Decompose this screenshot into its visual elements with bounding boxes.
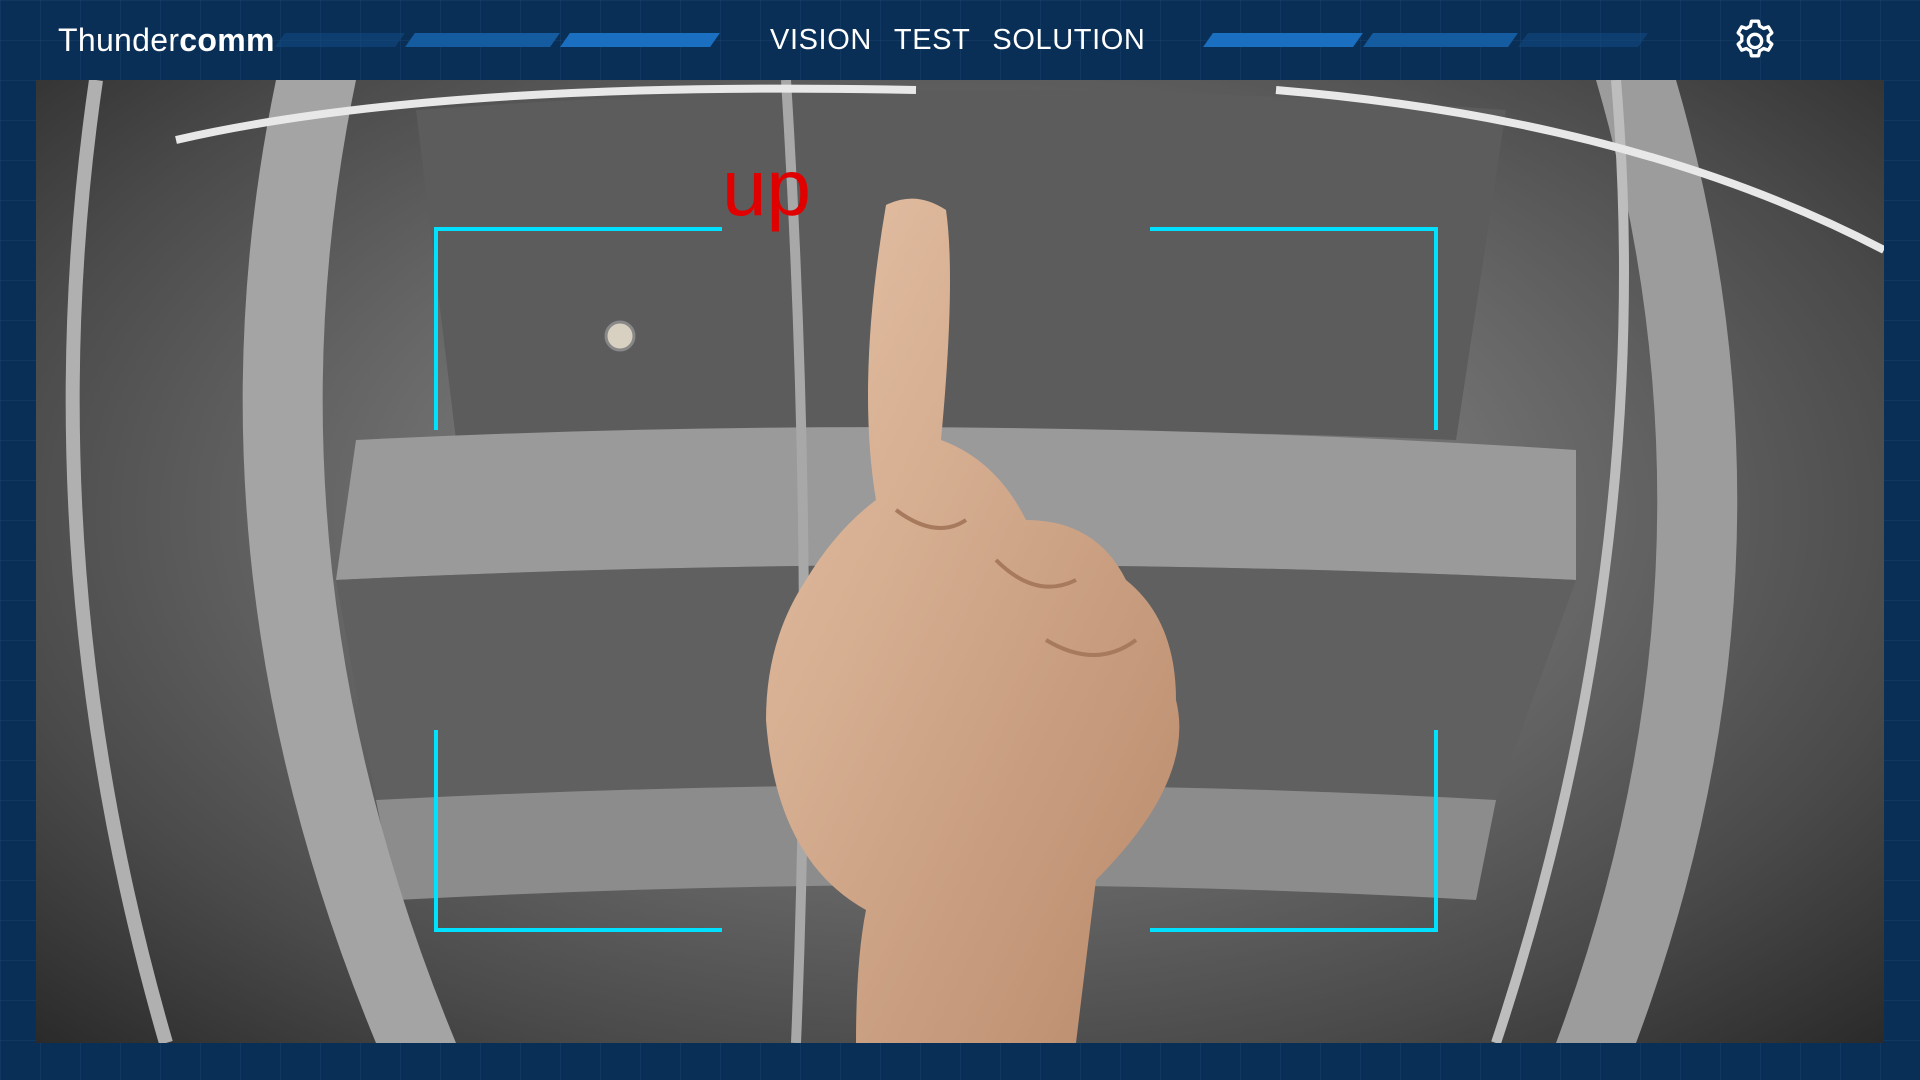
logo-text-light: Thunder — [58, 22, 180, 58]
logo-text-bold: comm — [179, 22, 275, 58]
main-nav: VISION TEST SOLUTION — [770, 20, 1167, 60]
settings-button[interactable] — [1730, 16, 1780, 66]
ceiling-panel — [416, 90, 1506, 440]
gesture-detection-label: up — [722, 143, 811, 232]
camera-scene — [65, 80, 1884, 1043]
nav-vision[interactable]: VISION — [770, 24, 872, 56]
top-bar: Thundercomm VISION TEST SOLUTION — [0, 0, 1920, 80]
thundercomm-logo: Thundercomm — [58, 20, 275, 60]
header-decoration-right — [1203, 33, 1648, 47]
nav-test[interactable]: TEST — [894, 24, 971, 56]
gear-icon — [1736, 19, 1774, 58]
header-decoration-left — [275, 33, 720, 47]
camera-feed: up — [36, 80, 1884, 1043]
nav-solution[interactable]: SOLUTION — [992, 24, 1145, 56]
ceiling-sensor — [604, 320, 636, 352]
side-beam — [1556, 80, 1738, 1043]
pipe — [65, 80, 173, 1043]
